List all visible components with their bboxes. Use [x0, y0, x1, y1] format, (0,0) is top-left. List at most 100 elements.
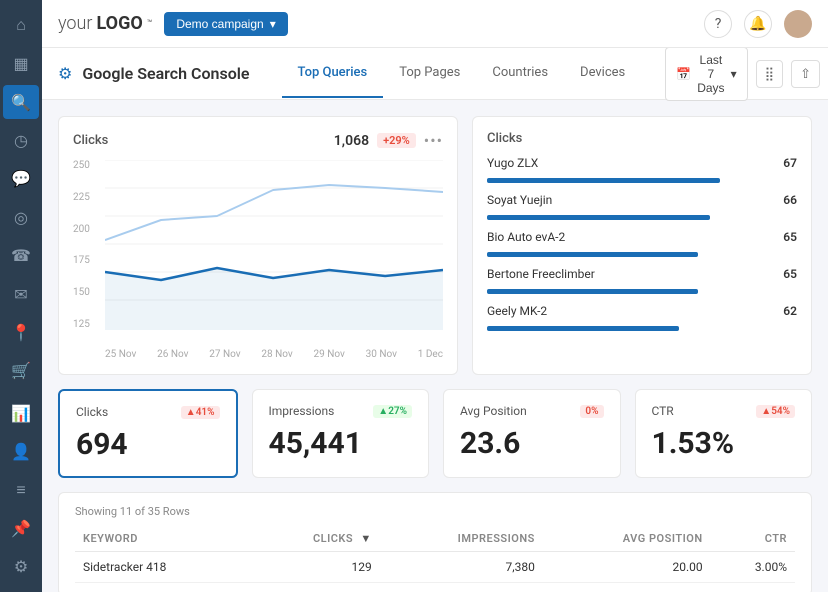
metric-bar-row-5 — [487, 326, 797, 331]
share-icon: ⇧ — [800, 66, 811, 81]
sidebar-icon-search[interactable]: 🔍 — [3, 85, 39, 119]
calendar-icon: 📅 — [676, 67, 691, 81]
demo-chevron-icon: ▾ — [270, 17, 276, 31]
table-info: Showing 11 of 35 Rows — [75, 505, 795, 518]
metric-value-2: 66 — [769, 193, 797, 207]
sidebar-icon-phone[interactable]: ☎ — [3, 238, 39, 272]
chart-menu-button[interactable]: ••• — [424, 131, 443, 150]
sidebar-icon-user[interactable]: 👤 — [3, 434, 39, 468]
top-row: Clicks 1,068 +29% ••• 250 225 200 175 15… — [58, 116, 812, 375]
chart-badge: +29% — [377, 133, 416, 148]
metric-bar-row-3 — [487, 252, 797, 257]
page-header-right: 📅 Last 7 Days ▾ ⣿ ⇧ — [665, 48, 820, 101]
share-button[interactable]: ⇧ — [791, 60, 820, 88]
kpi-title-impressions: Impressions — [269, 404, 335, 418]
tab-top-pages[interactable]: Top Pages — [383, 49, 476, 98]
metric-label-4: Bertone Freeclimber — [487, 267, 769, 281]
date-range-button[interactable]: 📅 Last 7 Days ▾ — [665, 48, 747, 101]
col-clicks[interactable]: CLICKS ▼ — [249, 526, 380, 552]
kpi-card-avg-position[interactable]: Avg Position 0% 23.6 — [443, 389, 621, 478]
kpi-header-avg-position: Avg Position 0% — [460, 404, 604, 418]
metric-bar-1 — [487, 178, 720, 183]
sidebar-icon-list[interactable]: ≡ — [3, 473, 39, 507]
sidebar-icon-chat[interactable]: 💬 — [3, 162, 39, 196]
main-container: your LOGO ™ Demo campaign ▾ ? 🔔 ⚙ Google… — [42, 0, 828, 592]
sidebar-icon-eye[interactable]: ◎ — [3, 200, 39, 234]
kpi-card-clicks[interactable]: Clicks ▲41% 694 — [58, 389, 238, 478]
kpi-badge-avg-position: 0% — [580, 405, 603, 418]
kpi-title-avg-position: Avg Position — [460, 404, 527, 418]
tab-top-queries[interactable]: Top Queries — [282, 49, 384, 98]
metric-bar-row-4 — [487, 289, 797, 294]
columns-icon: ⣿ — [765, 66, 775, 81]
dashboard-body: Clicks 1,068 +29% ••• 250 225 200 175 15… — [42, 100, 828, 592]
logo-logo: LOGO — [96, 13, 142, 34]
cell-keyword: Sidetracker 418 — [75, 552, 249, 583]
metric-label-2: Soyat Yuejin — [487, 193, 769, 207]
col-keyword: KEYWORD — [75, 526, 249, 552]
metric-bar-2 — [487, 215, 710, 220]
sort-icon-clicks: ▼ — [360, 532, 371, 545]
logo-tm: ™ — [147, 19, 153, 29]
table-section: Showing 11 of 35 Rows KEYWORD CLICKS ▼ I… — [58, 492, 812, 592]
metric-row-3: Bio Auto evA-2 65 — [487, 230, 797, 244]
kpi-value-ctr: 1.53% — [652, 426, 796, 461]
cell-avg-position: 20.00 — [543, 552, 711, 583]
metric-row-2: Soyat Yuejin 66 — [487, 193, 797, 207]
page-content: ⚙ Google Search Console Top Queries Top … — [42, 48, 828, 592]
table-header-row: KEYWORD CLICKS ▼ IMPRESSIONS AVG POSITIO… — [75, 526, 795, 552]
kpi-badge-clicks: ▲41% — [181, 406, 220, 419]
logo-your: your — [58, 13, 92, 34]
chart-svg-container — [105, 160, 443, 330]
help-button[interactable]: ? — [704, 10, 732, 38]
tab-devices[interactable]: Devices — [564, 49, 641, 98]
sidebar-icon-cart[interactable]: 🛒 — [3, 354, 39, 388]
help-icon: ? — [715, 16, 722, 32]
cell-ctr: 3.00% — [711, 552, 795, 583]
sidebar-icon-mail[interactable]: ✉ — [3, 277, 39, 311]
page-title-area: ⚙ Google Search Console — [58, 64, 250, 83]
top-bar-right: ? 🔔 — [704, 10, 812, 38]
kpi-value-clicks: 694 — [76, 427, 220, 462]
kpi-title-ctr: CTR — [652, 404, 674, 418]
demo-campaign-button[interactable]: Demo campaign ▾ — [164, 12, 287, 36]
sidebar-icon-clock[interactable]: ◷ — [3, 123, 39, 157]
metric-label-1: Yugo ZLX — [487, 156, 769, 170]
kpi-card-impressions[interactable]: Impressions ▲27% 45,441 — [252, 389, 430, 478]
kpi-header-clicks: Clicks ▲41% — [76, 405, 220, 419]
kpi-card-ctr[interactable]: CTR ▲54% 1.53% — [635, 389, 813, 478]
sidebar-icon-settings[interactable]: ⚙ — [3, 550, 39, 584]
sidebar-icon-graph[interactable]: 📊 — [3, 396, 39, 430]
sidebar-icon-home[interactable]: ⌂ — [3, 8, 39, 42]
bell-icon: 🔔 — [749, 16, 766, 32]
metric-bar-3 — [487, 252, 698, 257]
chart-x-labels: 25 Nov 26 Nov 27 Nov 28 Nov 29 Nov 30 No… — [105, 336, 443, 360]
demo-campaign-label: Demo campaign — [176, 17, 263, 31]
data-table: KEYWORD CLICKS ▼ IMPRESSIONS AVG POSITIO… — [75, 526, 795, 583]
metric-value-4: 65 — [769, 267, 797, 281]
chart-title: Clicks — [73, 133, 108, 148]
metric-value-5: 62 — [769, 304, 797, 318]
col-avg-position: AVG POSITION — [543, 526, 711, 552]
metric-bar-row-1 — [487, 178, 797, 183]
notifications-button[interactable]: 🔔 — [744, 10, 772, 38]
search-console-icon: ⚙ — [58, 64, 72, 83]
tab-countries[interactable]: Countries — [476, 49, 564, 98]
kpi-header-impressions: Impressions ▲27% — [269, 404, 413, 418]
avatar[interactable] — [784, 10, 812, 38]
tabs: Top Queries Top Pages Countries Devices — [282, 49, 642, 98]
columns-button[interactable]: ⣿ — [756, 60, 784, 88]
metric-bar-4 — [487, 289, 698, 294]
metrics-panel: Clicks Yugo ZLX 67 Soyat Yuejin 66 — [472, 116, 812, 375]
kpi-value-impressions: 45,441 — [269, 426, 413, 461]
sidebar-icon-location[interactable]: 📍 — [3, 315, 39, 349]
kpi-header-ctr: CTR ▲54% — [652, 404, 796, 418]
sidebar-icon-dashboard[interactable]: ▦ — [3, 46, 39, 80]
sidebar-icon-pin[interactable]: 📌 — [3, 511, 39, 545]
cell-clicks: 129 — [249, 552, 380, 583]
top-bar: your LOGO ™ Demo campaign ▾ ? 🔔 — [42, 0, 828, 48]
date-range-label: Last 7 Days — [697, 53, 724, 95]
chart-value: 1,068 — [334, 133, 369, 149]
metric-bar-row-2 — [487, 215, 797, 220]
sidebar: ⌂ ▦ 🔍 ◷ 💬 ◎ ☎ ✉ 📍 🛒 📊 👤 ≡ 📌 ⚙ — [0, 0, 42, 592]
